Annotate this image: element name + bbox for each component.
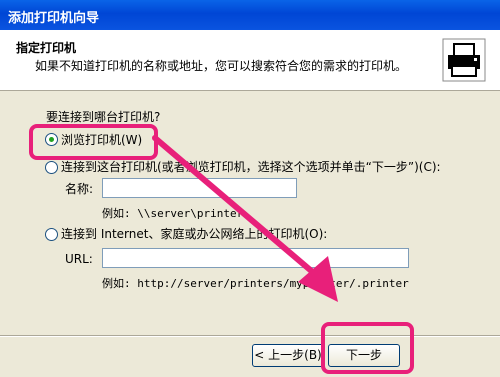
url-input[interactable] (102, 248, 409, 268)
name-example: 例如: \\server\printer (102, 207, 244, 220)
page-title: 指定打印机 (16, 41, 77, 55)
name-label: 名称: (65, 182, 94, 196)
question-label: 要连接到哪台打印机? (46, 110, 161, 124)
wizard-header: 指定打印机 如果不知道打印机的名称或地址，您可以搜索符合您的需求的打印机。 (0, 30, 500, 91)
printer-icon (442, 38, 486, 82)
connect-internet-option[interactable]: 连接到 Internet、家庭或办公网络上的打印机(O): (61, 225, 327, 242)
connect-internet-radio[interactable] (45, 228, 58, 241)
name-input[interactable] (102, 178, 297, 198)
back-button[interactable]: < 上一步(B) (252, 344, 324, 367)
connect-this-printer-option[interactable]: 连接到这台打印机(或者浏览打印机，选择这个选项并单击“下一步”)(C): (61, 158, 441, 175)
browse-radio[interactable] (45, 133, 58, 146)
footer-divider (0, 335, 500, 337)
connect-this-radio[interactable] (45, 161, 58, 174)
title-bar: 添加打印机向导 (0, 0, 500, 30)
url-label: URL: (65, 252, 93, 266)
next-button[interactable]: 下一步 (328, 344, 400, 367)
window-title: 添加打印机向导 (8, 11, 100, 26)
browse-printer-option[interactable]: 浏览打印机(W) (61, 131, 142, 148)
page-subtitle: 如果不知道打印机的名称或地址，您可以搜索符合您的需求的打印机。 (35, 59, 408, 73)
url-example: 例如: http://server/printers/myprinter/.pr… (102, 277, 409, 290)
